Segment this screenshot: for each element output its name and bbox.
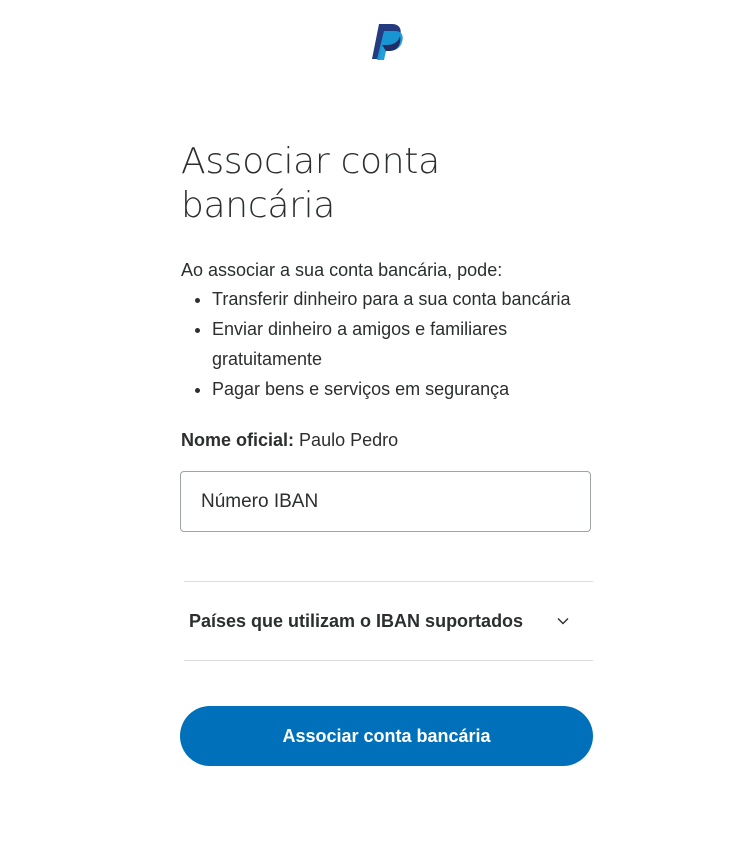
benefits-list: Transferir dinheiro para a sua conta ban… bbox=[181, 284, 593, 404]
main-content: Associar conta bancária Ao associar a su… bbox=[181, 140, 593, 454]
page-title: Associar conta bancária bbox=[181, 141, 440, 226]
intro-text: Ao associar a sua conta bancária, pode: bbox=[181, 260, 503, 280]
benefit-item-transfer: Transferir dinheiro para a sua conta ban… bbox=[212, 284, 593, 314]
legal-name-value: Paulo Pedro bbox=[299, 430, 399, 450]
benefit-item-send: Enviar dinheiro a amigos e familiares gr… bbox=[212, 314, 593, 374]
legal-name: Nome oficial: Paulo Pedro bbox=[181, 426, 593, 454]
link-bank-page: Associar conta bancária Ao associar a su… bbox=[0, 0, 747, 850]
legal-name-label: Nome oficial: bbox=[181, 430, 295, 450]
iban-field[interactable] bbox=[180, 471, 591, 532]
divider-bottom bbox=[184, 660, 593, 661]
benefit-item-pay: Pagar bens e serviços em segurança bbox=[212, 374, 593, 404]
link-bank-button[interactable]: Associar conta bancária bbox=[180, 706, 593, 766]
supported-countries-toggle[interactable]: Países que utilizam o IBAN suportados bbox=[184, 582, 593, 660]
chevron-down-icon bbox=[557, 618, 569, 625]
iban-input[interactable] bbox=[181, 472, 590, 531]
supported-countries-label: Países que utilizam o IBAN suportados bbox=[189, 610, 524, 631]
paypal-logo-icon bbox=[372, 24, 403, 60]
